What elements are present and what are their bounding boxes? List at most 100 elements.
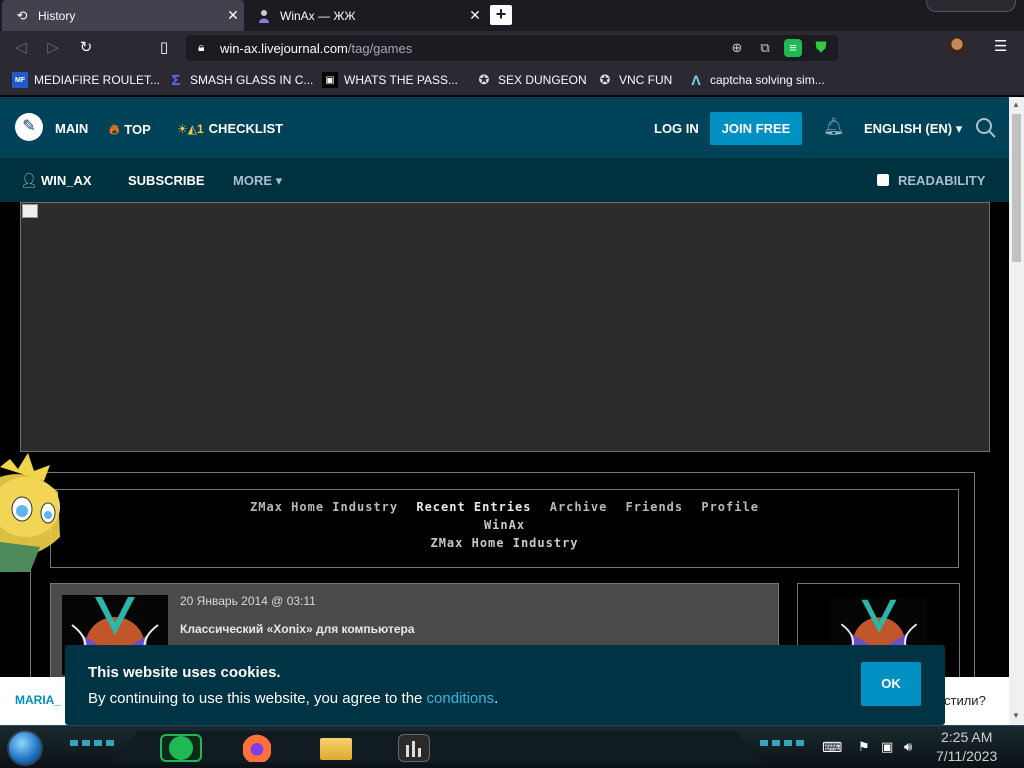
bookmark-item[interactable]: Σ SMASH GLASS IN C...	[168, 71, 313, 89]
bookmark-label: WHATS THE PASS...	[344, 73, 459, 87]
bookmark-item[interactable]: MF MEDIAFIRE ROULET...	[12, 71, 160, 89]
extension-green-icon[interactable]: ≡	[784, 39, 802, 57]
cookie-text-after: .	[494, 690, 499, 707]
close-icon[interactable]: ✕	[222, 7, 244, 24]
cookie-title: This website uses cookies.	[88, 664, 281, 681]
broken-image-icon	[22, 204, 38, 218]
network-icon[interactable]: ▣	[881, 739, 893, 755]
web-page: ✎ MAIN 🔥︎ TOP ☀◭1 CHECKLIST LOG IN JOIN FR…	[0, 97, 1009, 725]
more-dropdown[interactable]: MORE ▾	[233, 173, 282, 189]
url-path: /tag/games	[347, 41, 413, 56]
nav-checklist[interactable]: ☀◭1 CHECKLIST	[177, 121, 283, 136]
window-controls[interactable]	[926, 0, 1016, 12]
url-bar-icons: ⊕ ⧉ ≡ ⛊	[728, 39, 830, 57]
bookmark-icon[interactable]: ▯	[153, 37, 175, 59]
keyboard-icon[interactable]: ⌨	[822, 739, 842, 756]
journal-link-current[interactable]: Recent Entries	[416, 500, 531, 514]
fire-icon: 🔥︎	[109, 121, 120, 137]
bookmarks-bar: MF MEDIAFIRE ROULET... Σ SMASH GLASS IN …	[0, 64, 1024, 96]
bookmark-label: captcha solving sim...	[710, 73, 825, 87]
lj-header: ✎ MAIN 🔥︎ TOP ☀◭1 CHECKLIST LOG IN JOIN FR…	[0, 97, 1009, 158]
journal-link[interactable]: Archive	[550, 500, 608, 514]
back-arrow-icon[interactable]: ◁	[10, 37, 32, 59]
shield-icon[interactable]: ⛊	[812, 39, 830, 57]
journal-link[interactable]: Profile	[701, 500, 759, 514]
cookie-ok-button[interactable]: OK	[861, 662, 921, 706]
nav-main[interactable]: MAIN	[55, 121, 88, 136]
tab-title: WinAx — ЖЖ	[280, 8, 356, 23]
page-scrollbar[interactable]: ▲ ▼	[1009, 97, 1024, 725]
clock-time[interactable]: 2:25 AM	[941, 729, 992, 745]
close-icon[interactable]: ✕	[464, 7, 486, 24]
spotify-icon[interactable]	[160, 734, 202, 762]
taskbar-decoration	[760, 740, 804, 746]
file-explorer-icon[interactable]	[320, 738, 352, 760]
taskbar: ⌨ ⚑ ▣ 🔊︎ 2:25 AM 7/11/2023	[0, 725, 1024, 768]
volume-icon[interactable]: 🔊︎	[904, 739, 912, 755]
user-icon: 👤︎	[20, 172, 38, 188]
screen: ⟲ History ✕ WinAx — ЖЖ ✕ + ◁ ▷ ↻ ▯ 🔒︎ wi…	[0, 0, 1024, 768]
subscribe-link[interactable]: SUBSCRIBE	[128, 173, 205, 188]
start-orb-icon[interactable]	[7, 730, 43, 766]
taskbar-dock	[112, 731, 762, 763]
tab-winax[interactable]: WinAx — ЖЖ ✕	[244, 0, 486, 31]
checklist-icon: ☀◭1	[177, 121, 204, 136]
ad-banner[interactable]	[20, 202, 990, 452]
entry-date: 20 Январь 2014 @ 03:11	[180, 594, 316, 608]
translate-icon[interactable]: ⧉	[756, 39, 774, 57]
add-icon[interactable]: ⊕	[728, 39, 746, 57]
history-icon: ⟲	[16, 7, 28, 23]
journal-name: WinAx	[483, 518, 526, 532]
tab-title: History	[38, 8, 76, 23]
livejournal-logo-icon[interactable]: ✎	[15, 113, 43, 141]
user-favicon	[256, 8, 272, 24]
bookmark-item[interactable]: ✪ VNC FUN	[597, 71, 673, 89]
tab-history[interactable]: ⟲ History ✕	[2, 0, 244, 31]
mediafire-icon: MF	[12, 72, 28, 88]
cartoon-sticker	[0, 453, 60, 572]
forward-arrow-icon[interactable]: ▷	[42, 37, 64, 59]
nav-top-label: TOP	[124, 122, 151, 137]
reload-icon[interactable]: ↻	[75, 37, 97, 59]
firefox-icon[interactable]	[243, 734, 271, 762]
journal-link[interactable]: Friends	[626, 500, 684, 514]
cookie-banner: This website uses cookies. By continuing…	[65, 645, 945, 725]
readability-checkbox[interactable]	[877, 174, 889, 186]
bookmark-label: VNC FUN	[619, 73, 673, 87]
task-manager-icon[interactable]	[398, 734, 430, 762]
flag-icon[interactable]: ⚑	[858, 739, 870, 755]
url-host: win-ax.livejournal.com	[220, 41, 348, 56]
browser-nav-bar: ◁ ▷ ↻ ▯ 🔒︎ win-ax.livejournal.com/tag/ga…	[0, 31, 1024, 64]
bookmark-item[interactable]: ▣ WHATS THE PASS...	[322, 71, 458, 89]
scroll-down-icon[interactable]: ▼	[1012, 711, 1020, 720]
journal-user-link[interactable]: WIN_AX	[41, 173, 92, 188]
nav-checklist-label: CHECKLIST	[208, 121, 284, 136]
bell-icon[interactable]: 🔔︎	[823, 117, 845, 137]
search-icon[interactable]	[975, 117, 997, 139]
journal-header: ZMax Home Industry Recent Entries Archiv…	[50, 489, 959, 568]
join-free-button[interactable]: JOIN FREE	[710, 112, 802, 145]
language-selector[interactable]: ENGLISH (EN) ▾	[864, 121, 962, 137]
menu-icon[interactable]: ☰	[994, 37, 1007, 55]
scroll-up-icon[interactable]: ▲	[1012, 100, 1020, 109]
cookie-text-before: By continuing to use this website, you a…	[88, 690, 427, 707]
readability-label[interactable]: READABILITY	[898, 173, 985, 188]
conditions-link[interactable]: conditions	[427, 690, 495, 707]
entry-title[interactable]: Классический «Xonix» для компьютера	[180, 622, 415, 636]
bookmark-item[interactable]: Λ captcha solving sim...	[688, 71, 825, 89]
clock-date[interactable]: 7/11/2023	[936, 748, 997, 764]
taskbar-decoration	[70, 740, 114, 746]
nav-top[interactable]: 🔥︎ TOP	[109, 121, 151, 138]
login-link[interactable]: LOG IN	[654, 121, 699, 136]
scroll-thumb[interactable]	[1012, 114, 1021, 262]
url-bar[interactable]: 🔒︎ win-ax.livejournal.com/tag/games ⊕ ⧉ …	[186, 35, 838, 61]
url-text[interactable]: win-ax.livejournal.com/tag/games	[220, 41, 412, 56]
bookmark-item[interactable]: ✪ SEX DUNGEON	[476, 71, 587, 89]
new-tab-button[interactable]: +	[490, 5, 512, 25]
box-icon: ▣	[322, 72, 338, 88]
account-avatar-icon[interactable]	[948, 37, 966, 55]
journal-link[interactable]: ZMax Home Industry	[250, 500, 398, 514]
bookmark-label: SEX DUNGEON	[498, 73, 587, 87]
user-link[interactable]: MARIA_	[15, 693, 61, 707]
sigma-icon: Σ	[171, 71, 181, 89]
